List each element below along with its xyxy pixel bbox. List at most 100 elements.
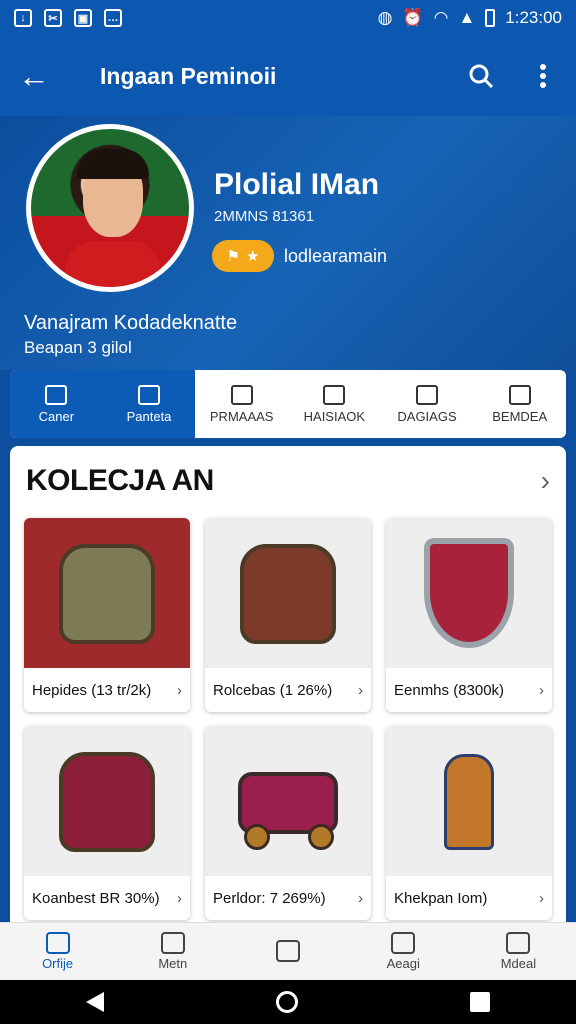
rank-badge: ⚑ ★ [212, 240, 274, 272]
collection-item[interactable]: Eenmhs (8300k) › [386, 518, 552, 712]
chevron-right-icon: › [177, 681, 182, 699]
collection-title: KOLECJA AN [26, 464, 214, 497]
flag-icon: ⚑ [226, 248, 240, 265]
collection-item[interactable]: Khekpan Iom) › [386, 726, 552, 920]
item-label: Hepides (13 tr/2k) [32, 681, 152, 699]
nav-item-account[interactable]: Mdeal [461, 923, 576, 980]
home-button-icon[interactable] [276, 991, 298, 1013]
backpack-icon [238, 538, 338, 648]
scissors-icon: ✂ [44, 9, 62, 27]
tag-icon [416, 384, 439, 405]
tab-label: HAISIAOK [303, 408, 366, 424]
nav-label: Metn [158, 956, 188, 971]
avatar[interactable] [26, 124, 194, 292]
chevron-right-icon: › [177, 889, 182, 907]
collection-item[interactable]: Perldor: 7 269%) › [205, 726, 371, 920]
warrior-icon [419, 746, 519, 856]
box-icon [323, 384, 346, 405]
status-time: 1:23:00 [505, 8, 562, 27]
home-icon [45, 384, 68, 405]
nav-item-profile[interactable]: Metn [115, 923, 230, 980]
item-image [205, 726, 371, 876]
nav-item-home[interactable]: Orfije [0, 923, 115, 980]
signal-icon: ▲ [458, 8, 476, 27]
recents-icon[interactable] [470, 992, 490, 1012]
item-image [205, 518, 371, 668]
profile-sub-name: Vanajram Kodadeknatte [24, 312, 238, 334]
collection-item[interactable]: Hepides (13 tr/2k) › [24, 518, 190, 712]
battery-icon [485, 9, 496, 27]
item-image [386, 518, 552, 668]
collection-panel: KOLECJA AN › Hepides (13 tr/2k) › Rolceba… [10, 446, 566, 922]
item-image [24, 726, 190, 876]
shield-icon [419, 538, 519, 648]
nav-label: Mdeal [500, 956, 537, 971]
system-nav-bar [0, 980, 576, 1024]
box-icon [276, 939, 300, 962]
app-bar: ← Ingaan Peminoii [0, 36, 576, 116]
image-icon: ▣ [74, 9, 92, 27]
profile-sub-info: Beapan 3 gilol [24, 338, 132, 357]
house-icon [230, 384, 253, 405]
collection-item[interactable]: Rolcebas (1 26%) › [205, 518, 371, 712]
person-icon [506, 932, 531, 954]
backpack-icon [57, 746, 157, 856]
nav-label: Aeagi [386, 956, 420, 971]
tab-label: BEMDEA [492, 408, 548, 424]
back-icon[interactable] [86, 992, 104, 1012]
collection-item[interactable]: Koanbest BR 30%) › [24, 726, 190, 920]
tab-label: PRMAAAS [209, 408, 274, 424]
chevron-right-icon: › [358, 681, 363, 699]
bottom-nav: Orfije Metn Aeagi Mdeal [0, 922, 576, 980]
profile-name: Plolial IMan [214, 168, 380, 201]
profile-id: 2MMNS 81361 [214, 208, 315, 225]
item-label: Eenmhs (8300k) [394, 681, 505, 699]
search-icon[interactable] [468, 63, 494, 89]
home-icon [45, 932, 70, 954]
chat-icon: … [104, 9, 122, 27]
wifi-icon: ◠ [433, 8, 449, 27]
nfc-icon: ◍ [377, 8, 393, 27]
person-icon [160, 932, 185, 954]
tab-1[interactable]: Panteta [102, 370, 196, 438]
item-label: Perldor: 7 269%) [213, 889, 326, 907]
alarm-icon: ⏰ [402, 8, 424, 27]
chevron-right-icon: › [539, 681, 544, 699]
more-vert-icon[interactable] [540, 64, 546, 88]
door-icon [508, 384, 531, 405]
tab-bar: Caner Panteta PRMAAAS HAISIAOK DAGIAGS B… [10, 370, 566, 438]
shield-icon [391, 932, 416, 954]
tab-3[interactable]: HAISIAOK [288, 370, 381, 438]
tab-5[interactable]: BEMDEA [473, 370, 566, 438]
page-title: Ingaan Peminoii [100, 62, 277, 89]
chevron-right-icon: › [539, 889, 544, 907]
avatar-shirt [65, 241, 161, 287]
tab-2[interactable]: PRMAAAS [195, 370, 288, 438]
status-bar: ↓ ✂ ▣ … ◍ ⏰ ◠ ▲ 1:23:00 [0, 0, 576, 36]
tab-label: Panteta [126, 408, 172, 424]
collection-header[interactable]: KOLECJA AN › [10, 446, 566, 516]
nav-item-shield[interactable]: Aeagi [346, 923, 461, 980]
item-label: Koanbest BR 30%) [32, 889, 160, 907]
arrow-left-icon[interactable]: ← [18, 58, 58, 95]
item-label: Rolcebas (1 26%) [213, 681, 333, 699]
chevron-right-icon[interactable]: › [541, 465, 550, 497]
shirt-icon [138, 384, 160, 405]
cart-icon [238, 746, 338, 856]
nav-item-box[interactable] [230, 923, 345, 980]
avatar-hair [77, 149, 149, 179]
profile-header: Plolial IMan 2MMNS 81361 ⚑ ★ lodlearamai… [0, 116, 576, 370]
tab-label: DAGIAGS [397, 408, 457, 424]
collection-grid: Hepides (13 tr/2k) › Rolcebas (1 26%) › Ee… [24, 518, 552, 920]
star-icon: ★ [246, 248, 260, 265]
tab-4[interactable]: DAGIAGS [381, 370, 474, 438]
backpack-icon [57, 538, 157, 648]
item-label: Khekpan Iom) [394, 889, 488, 907]
tab-label: Caner [38, 408, 75, 424]
item-image [24, 518, 190, 668]
download-icon: ↓ [14, 9, 32, 27]
item-image [386, 726, 552, 876]
badge-label: lodlearamain [284, 246, 388, 266]
tab-0[interactable]: Caner [10, 370, 103, 438]
nav-label: Orfije [42, 956, 74, 971]
